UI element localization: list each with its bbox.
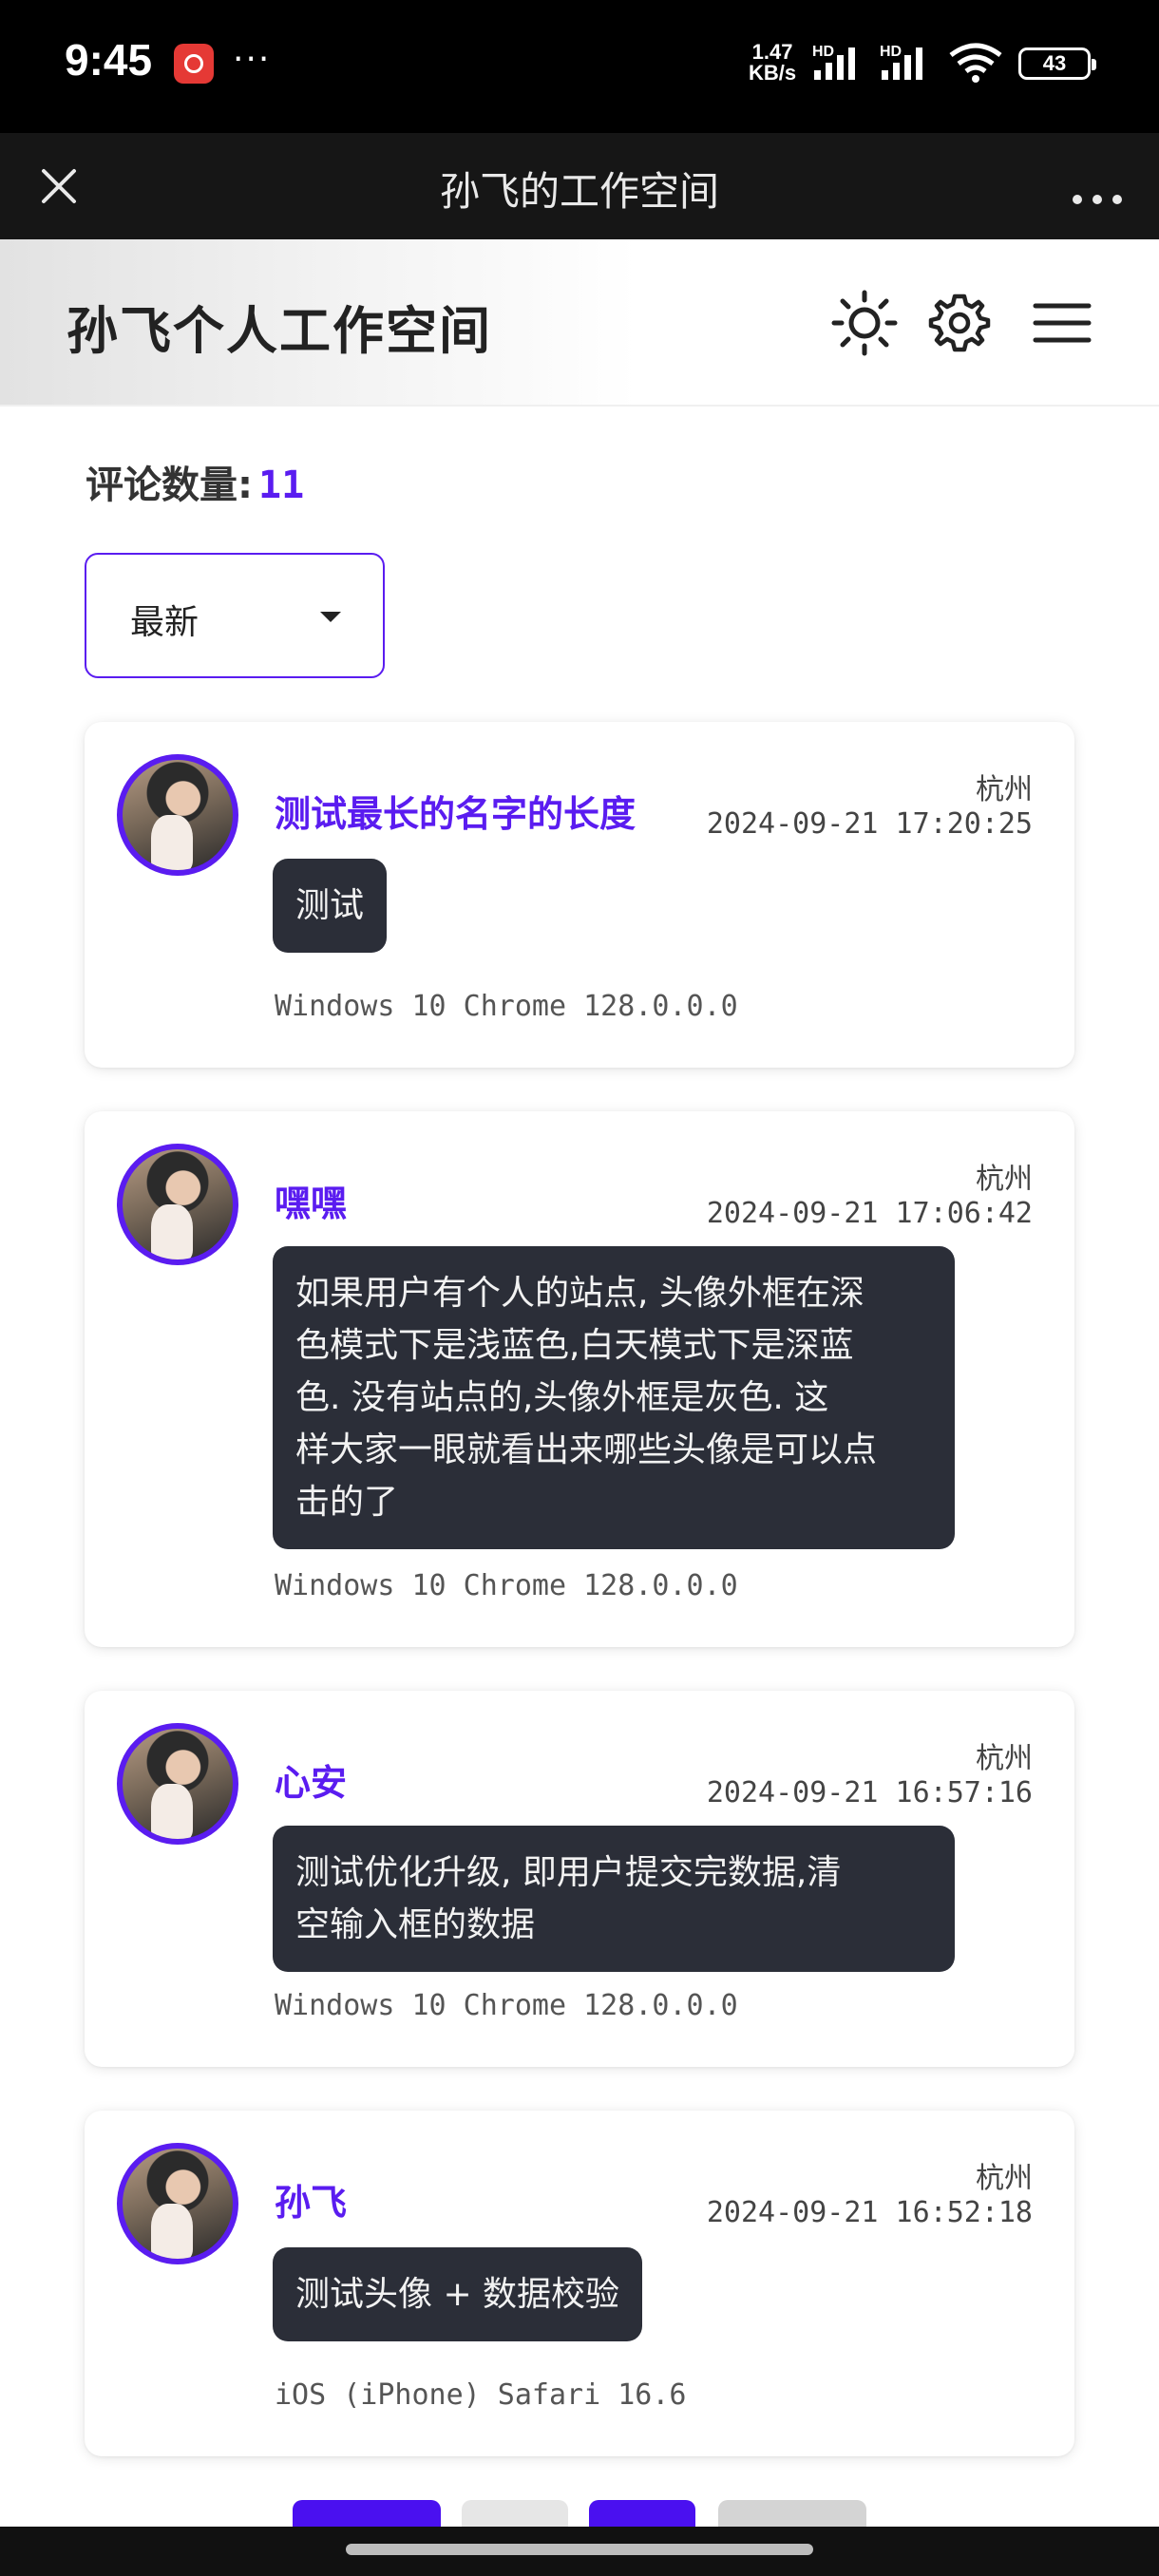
site-title[interactable]: 孙飞个人工作空间 bbox=[66, 289, 492, 364]
comment-text-line: 空输入框的数据 bbox=[295, 1905, 536, 1944]
sort-select[interactable]: 最新 bbox=[85, 553, 385, 678]
sort-selected-value: 最新 bbox=[130, 603, 200, 642]
home-gesture-handle[interactable] bbox=[346, 2544, 813, 2555]
signal-icon-2 bbox=[882, 47, 922, 80]
comment-card: 心安 杭州 2024-09-21 16:57:16 测试优化升级, 即用户提交完… bbox=[85, 1691, 1074, 2067]
comment-location: 杭州 bbox=[976, 1163, 1033, 1196]
chevron-down-icon bbox=[320, 612, 341, 622]
status-bar: 9:45 ··· 1.47 KB/s HD HD 43 bbox=[0, 0, 1159, 133]
comment-location: 杭州 bbox=[976, 773, 1033, 806]
comment-card: 测试最长的名字的长度 杭州 2024-09-21 17:20:25 测试 Win… bbox=[85, 722, 1074, 1068]
comment-author[interactable]: 心安 bbox=[275, 1753, 347, 1806]
menu-icon[interactable] bbox=[1024, 285, 1100, 361]
comment-text-line: 测试优化升级, 即用户提交完数据,清 bbox=[295, 1853, 842, 1892]
network-speed: 1.47 KB/s bbox=[749, 42, 796, 84]
gear-icon[interactable] bbox=[922, 285, 998, 361]
avatar[interactable] bbox=[117, 754, 238, 876]
netease-music-icon bbox=[174, 44, 214, 84]
status-more-indicator: ··· bbox=[233, 40, 272, 79]
comment-text-line: 样大家一眼就看出来哪些头像是可以点 bbox=[295, 1430, 878, 1469]
status-time: 9:45 bbox=[65, 35, 153, 85]
comment-time: 2024-09-21 17:20:25 bbox=[706, 807, 1033, 841]
comment-count: 评论数量: 11 bbox=[86, 454, 304, 509]
comment-time: 2024-09-21 17:06:42 bbox=[706, 1197, 1033, 1230]
comment-count-value: 11 bbox=[258, 464, 305, 507]
comment-text-line: 击的了 bbox=[295, 1483, 399, 1522]
avatar[interactable] bbox=[117, 1723, 238, 1845]
comment-user-agent: Windows 10 Chrome 128.0.0.0 bbox=[275, 1569, 738, 1602]
comment-author[interactable]: 测试最长的名字的长度 bbox=[275, 785, 636, 837]
comment-author[interactable]: 孙飞 bbox=[275, 2173, 347, 2226]
webview-navbar: 孙飞的工作空间 bbox=[0, 133, 1159, 239]
comment-user-agent: Windows 10 Chrome 128.0.0.0 bbox=[275, 1989, 738, 2022]
comment-location: 杭州 bbox=[976, 1742, 1033, 1775]
site-header: 孙飞个人工作空间 bbox=[0, 239, 1159, 407]
avatar[interactable] bbox=[117, 1144, 238, 1265]
network-speed-unit: KB/s bbox=[749, 61, 797, 85]
comment-bubble: 测试优化升级, 即用户提交完数据,清 空输入框的数据 bbox=[273, 1826, 955, 1972]
comment-user-agent: iOS (iPhone) Safari 16.6 bbox=[275, 2378, 687, 2412]
comment-bubble: 测试 bbox=[273, 859, 388, 953]
comment-time: 2024-09-21 16:57:16 bbox=[706, 1776, 1033, 1809]
avatar[interactable] bbox=[117, 2143, 238, 2264]
comment-bubble: 测试头像 + 数据校验 bbox=[273, 2247, 643, 2341]
signal-icon bbox=[814, 47, 855, 80]
comment-text-line: 测试 bbox=[295, 886, 365, 925]
comment-bubble: 如果用户有个人的站点, 头像外框在深 色模式下是浅蓝色,白天模式下是深蓝 色. … bbox=[273, 1246, 955, 1549]
wifi-icon bbox=[949, 43, 1002, 83]
comment-text-line: 色模式下是浅蓝色,白天模式下是深蓝 bbox=[295, 1326, 854, 1365]
comment-text-line: 如果用户有个人的站点, 头像外框在深 bbox=[295, 1274, 864, 1313]
network-speed-value: 1.47 bbox=[751, 40, 793, 64]
webview-title: 孙飞的工作空间 bbox=[439, 168, 719, 215]
more-horizontal-icon[interactable] bbox=[1064, 158, 1130, 215]
comment-user-agent: Windows 10 Chrome 128.0.0.0 bbox=[275, 990, 738, 1023]
comment-text-line: 色. 没有站点的,头像外框是灰色. 这 bbox=[295, 1378, 829, 1417]
battery-icon: 43 bbox=[1018, 47, 1096, 80]
comment-time: 2024-09-21 16:52:18 bbox=[706, 2196, 1033, 2229]
comment-card: 嘿嘿 杭州 2024-09-21 17:06:42 如果用户有个人的站点, 头像… bbox=[85, 1111, 1074, 1647]
sun-icon[interactable] bbox=[826, 285, 902, 361]
comment-count-label: 评论数量: bbox=[86, 464, 253, 507]
battery-level: 43 bbox=[1042, 51, 1067, 75]
comment-text-line: 测试头像 + 数据校验 bbox=[295, 2275, 620, 2314]
comment-card: 孙飞 杭州 2024-09-21 16:52:18 测试头像 + 数据校验 iO… bbox=[85, 2111, 1074, 2456]
comment-location: 杭州 bbox=[976, 2162, 1033, 2195]
comment-author[interactable]: 嘿嘿 bbox=[275, 1174, 347, 1226]
